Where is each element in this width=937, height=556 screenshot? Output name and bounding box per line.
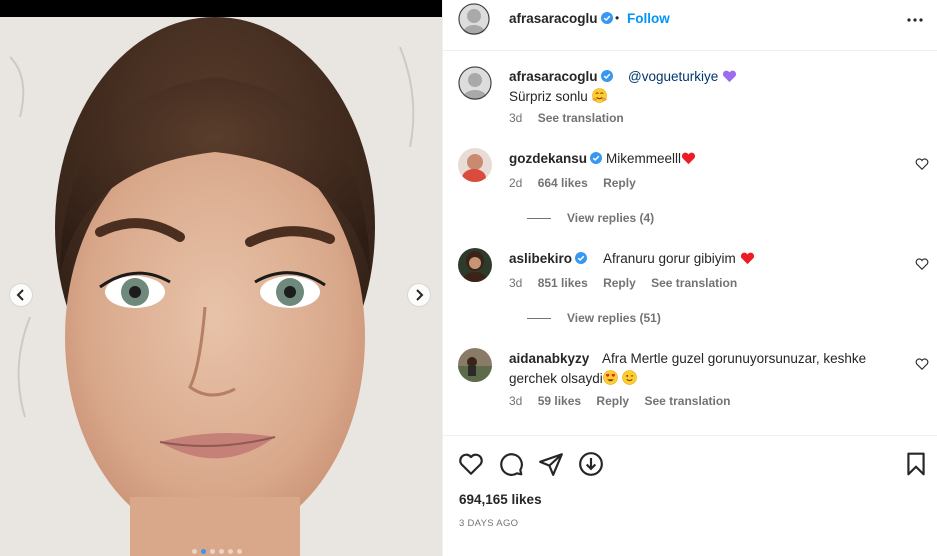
carousel-dot [192,549,197,554]
comment-meta: 3d 851 likes Reply See translation [509,276,749,290]
verified-badge-icon [600,70,613,82]
more-options-icon[interactable] [905,10,925,30]
commenter-username[interactable]: gozdekansu [509,151,603,166]
post-header: afrasaracoglu • Follow [443,0,937,51]
bookmark-icon[interactable] [903,451,929,477]
caption-mention-link[interactable]: @vogueturkiye [628,69,737,84]
commenter-username-text: gozdekansu [509,151,588,166]
comment-text-content: Afranuru gorur gibiyim [603,251,736,266]
commenter-username-text: aidanabkyzy [509,351,590,366]
carousel-dot-active [201,549,206,554]
post-actions-section: 694,165 likes 3 DAYS AGO [443,435,937,556]
verified-badge-icon [600,12,613,24]
purple-heart-icon [722,70,737,83]
download-circle-icon[interactable] [578,451,604,477]
header-bullet: • [615,11,620,25]
carousel-next-button[interactable] [407,283,431,307]
comment-age: 3d [509,276,523,290]
caption-text: Sürpriz sonlu [509,88,607,104]
post-media [0,0,442,556]
commenter-avatar[interactable] [458,148,492,182]
comment-like-heart-icon[interactable] [915,357,929,371]
post-date: 3 DAYS AGO [459,518,519,529]
share-icon[interactable] [538,451,564,477]
carousel-dot [219,549,224,554]
red-heart-icon [681,152,696,165]
caption-see-translation[interactable]: See translation [538,111,624,125]
carousel-indicator [192,549,242,554]
post-photo [0,17,442,556]
post-likes-count[interactable]: 694,165 likes [459,492,542,507]
commenter-username-text: aslibekiro [509,251,573,266]
follow-button[interactable]: Follow [627,11,670,26]
comment-meta: 3d 59 likes Reply See translation [509,394,742,408]
view-replies-button[interactable]: View replies (51) [527,311,661,325]
comment-meta: 2d 664 likes Reply [509,176,648,190]
comment-likes-count[interactable]: 664 likes [538,176,588,190]
commenter-avatar[interactable] [458,348,492,382]
comment-see-translation[interactable]: See translation [651,276,737,290]
carousel-prev-button[interactable] [9,283,33,307]
verified-badge-icon [575,252,588,264]
caption-age: 3d [509,111,523,125]
comment-text-content: gerchek olsaydi [509,371,603,386]
comment-text: Mikemmeelll [606,151,696,166]
comment-like-heart-icon[interactable] [915,257,929,271]
author-username-text: afrasaracoglu [509,11,598,26]
comment-text-content: Mikemmeelll [606,151,682,166]
comment-icon[interactable] [498,451,524,477]
carousel-dot [237,549,242,554]
heart-icon[interactable] [458,451,484,477]
media-top-bar [0,0,442,17]
caption-mention-text: @vogueturkiye [628,69,719,84]
commenter-username[interactable]: aslibekiro [509,251,588,266]
view-replies-text: View replies (4) [567,211,655,225]
comment-text-line-2: gerchek olsaydi [509,370,637,386]
comment-likes-count[interactable]: 59 likes [538,394,581,408]
comment-reply-button[interactable]: Reply [596,394,629,408]
commenter-username[interactable]: aidanabkyzy [509,351,589,366]
heart-eyes-emoji-icon [603,370,618,385]
replies-divider-line [527,218,551,220]
comment-text-line-1: Afra Mertle guzel gorunuyorsunuzar, kesh… [602,351,867,366]
comment-reply-button[interactable]: Reply [603,276,636,290]
chevron-left-icon [16,289,24,301]
comment-see-translation[interactable]: See translation [644,394,730,408]
replies-divider-line [527,318,551,320]
carousel-dot [228,549,233,554]
caption-username-text: afrasaracoglu [509,69,598,84]
caption-meta: 3d See translation [509,111,636,125]
comment-age: 3d [509,394,523,408]
caption-text-content: Sürpriz sonlu [509,89,588,104]
caption-username[interactable]: afrasaracoglu [509,69,613,84]
carousel-dot [210,549,215,554]
verified-badge-icon [590,152,603,164]
red-heart-icon [740,252,754,265]
comment-like-heart-icon[interactable] [915,157,929,171]
comment-likes-count[interactable]: 851 likes [538,276,588,290]
view-replies-text: View replies (51) [567,311,661,325]
smiling-hug-emoji-icon [591,88,607,103]
comment-text: Afranuru gorur gibiyim [603,251,755,266]
author-username[interactable]: afrasaracoglu [509,11,613,26]
author-avatar[interactable] [458,3,490,35]
post-details-panel: afrasaracoglu • Follow afrasaracoglu @vo… [442,0,937,556]
view-replies-button[interactable]: View replies (4) [527,211,654,225]
caption-avatar[interactable] [458,66,492,100]
commenter-avatar[interactable] [458,248,492,282]
chevron-right-icon [416,289,424,301]
comment-age: 2d [509,176,523,190]
comment-reply-button[interactable]: Reply [603,176,636,190]
winking-emoji-icon [621,370,637,385]
